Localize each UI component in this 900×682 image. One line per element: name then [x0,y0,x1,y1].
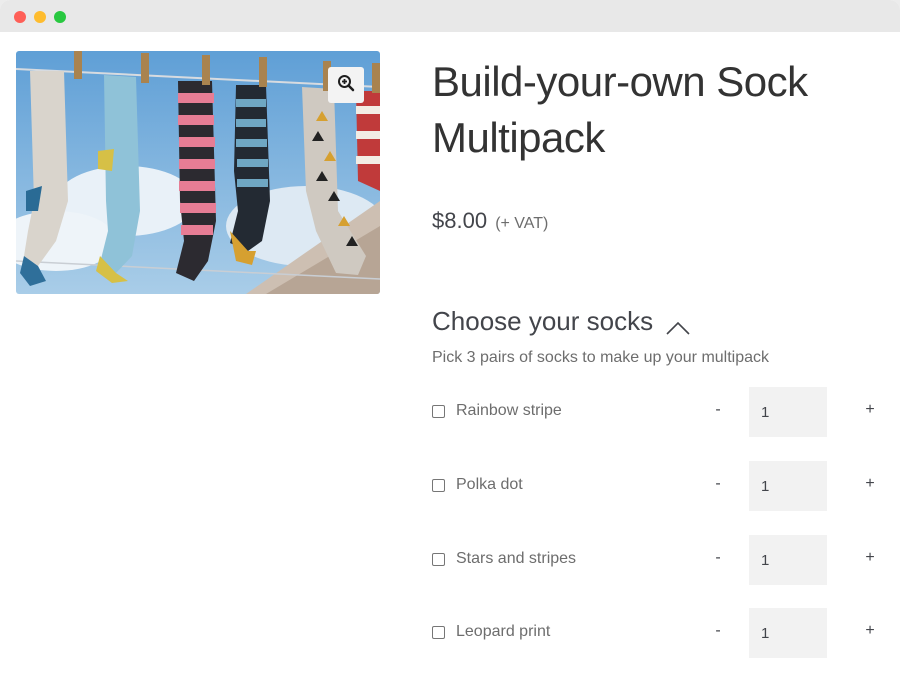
title-bar [0,0,900,32]
section-heading-label: Choose your socks [432,306,654,336]
minimize-window-button[interactable] [34,11,46,23]
option-label: Polka dot [456,476,523,493]
list-item: Leopard print - + [432,608,888,658]
increase-quantity-button[interactable]: + [862,549,878,567]
chevron-up-icon [665,313,691,335]
quantity-input[interactable] [749,608,827,658]
increase-quantity-button[interactable]: + [862,401,878,419]
choose-socks-toggle[interactable]: Choose your socks [432,306,691,337]
product-title: Build-your-own Sock Multipack [432,58,808,161]
zoom-in-icon [337,74,355,97]
tax-note: (+ VAT) [495,215,549,232]
list-item: Stars and stripes - + [432,535,888,585]
quantity-input[interactable] [749,387,827,437]
decrease-quantity-button[interactable]: - [710,401,726,419]
increase-quantity-button[interactable]: + [862,622,878,640]
decrease-quantity-button[interactable]: - [710,475,726,493]
list-item: Polka dot - + [432,461,888,511]
section-description: Pick 3 pairs of socks to make up your mu… [432,349,770,366]
option-checkbox[interactable] [432,626,445,639]
option-label: Stars and stripes [456,550,577,567]
increase-quantity-button[interactable]: + [862,475,878,493]
product-image[interactable] [16,51,380,294]
browser-window: Build-your-own Sock Multipack $8.00 (+ V… [0,0,900,682]
quantity-input[interactable] [749,461,827,511]
product-price: $8.00 (+ VAT) [432,208,548,234]
decrease-quantity-button[interactable]: - [710,622,726,640]
option-checkbox[interactable] [432,405,445,418]
price-amount: $8.00 [432,208,488,233]
decrease-quantity-button[interactable]: - [710,549,726,567]
option-checkbox[interactable] [432,553,445,566]
quantity-input[interactable] [749,535,827,585]
option-label: Leopard print [456,623,551,640]
maximize-window-button[interactable] [54,11,66,23]
zoom-button[interactable] [328,67,364,103]
close-window-button[interactable] [14,11,26,23]
option-checkbox[interactable] [432,479,445,492]
list-item: Rainbow stripe - + [432,387,888,437]
option-label: Rainbow stripe [456,402,562,419]
